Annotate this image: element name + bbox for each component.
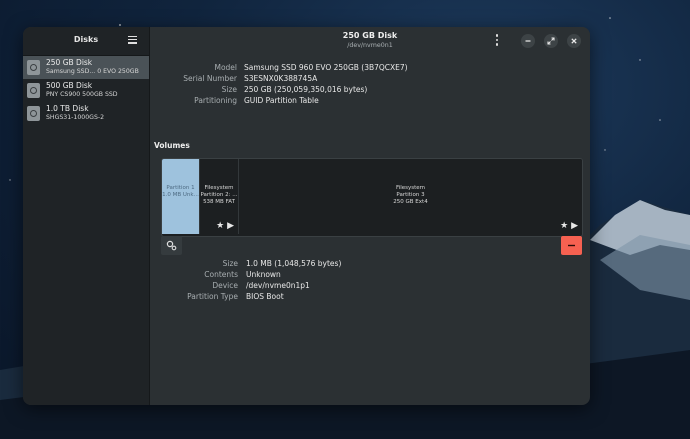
partition-3-line2: Partition 3 <box>396 192 425 198</box>
volumes-bar: Partition 1 1.0 MB Unk... Filesystem Par… <box>161 158 583 237</box>
close-button[interactable] <box>567 34 581 48</box>
partition-2-icons: ★ ▶ <box>216 221 234 231</box>
partition-type-value: BIOS Boot <box>246 292 284 301</box>
partitioning-value: GUID Partition Table <box>244 96 319 105</box>
delete-partition-button[interactable] <box>561 236 582 255</box>
disk-name: 250 GB Disk <box>46 58 93 67</box>
partition-size-label: Size <box>222 259 238 268</box>
minimize-button[interactable] <box>521 34 535 48</box>
disk-name: 1.0 TB Disk <box>46 104 89 113</box>
serial-label: Serial Number <box>183 74 237 83</box>
minimize-icon <box>525 40 531 42</box>
kebab-menu-icon[interactable] <box>494 34 500 47</box>
disk-model: PNY CS900 500GB SSD <box>46 91 118 98</box>
sidebar-header: Disks <box>23 27 149 56</box>
partition-1-line2: 1.0 MB Unk... <box>162 192 199 198</box>
partition-1-line1: Partition 1 <box>166 185 195 191</box>
device-label: Device <box>212 281 238 290</box>
partition-1-segment[interactable]: Partition 1 1.0 MB Unk... <box>162 159 200 234</box>
size-label: Size <box>221 85 237 94</box>
partition-2-segment[interactable]: Filesystem Partition 2: ... 538 MB FAT ★… <box>200 159 239 234</box>
disks-window: Disks 250 GB Disk Samsung SSD... 0 EVO 2… <box>23 27 590 405</box>
hamburger-icon[interactable] <box>128 36 137 44</box>
contents-label: Contents <box>204 270 238 279</box>
disk-model: Samsung SSD... 0 EVO 250GB <box>46 68 139 75</box>
partition-2-line1: Filesystem <box>204 185 234 191</box>
disk-item-1tb[interactable]: 1.0 TB Disk SHGS31-1000GS-2 <box>23 102 149 125</box>
star-icon: ★ <box>216 221 225 231</box>
partition-2-line2: Partition 2: ... <box>200 192 238 198</box>
volumes-heading: Volumes <box>154 141 190 150</box>
minus-icon <box>568 244 575 247</box>
headerbar: 250 GB Disk /dev/nvme0n1 <box>150 27 590 55</box>
maximize-button[interactable] <box>544 34 558 48</box>
partitioning-label: Partitioning <box>194 96 237 105</box>
partition-2-text: Filesystem Partition 2: ... 538 MB FAT <box>200 185 238 206</box>
partition-type-label: Partition Type <box>187 292 238 301</box>
partition-1-text: Partition 1 1.0 MB Unk... <box>162 185 199 199</box>
size-value: 250 GB (250,059,350,016 bytes) <box>244 85 368 94</box>
serial-value: S3ESNX0K388745A <box>244 74 318 83</box>
contents-value: Unknown <box>246 270 281 279</box>
sidebar: Disks 250 GB Disk Samsung SSD... 0 EVO 2… <box>23 27 150 405</box>
drive-icon <box>27 83 40 98</box>
drive-icon <box>27 106 40 121</box>
partition-3-segment[interactable]: Filesystem Partition 3 250 GB Ext4 ★ ▶ <box>239 159 582 234</box>
volume-toolbar <box>161 236 582 255</box>
drive-icon <box>27 60 40 75</box>
partition-settings-button[interactable] <box>161 236 182 255</box>
disk-item-500gb[interactable]: 500 GB Disk PNY CS900 500GB SSD <box>23 79 149 102</box>
disk-model: SHGS31-1000GS-2 <box>46 114 105 121</box>
star-icon: ★ <box>560 221 569 231</box>
disk-name: 500 GB Disk <box>46 81 93 90</box>
main-content: Model Samsung SSD 960 EVO 250GB (3B7QCXE… <box>150 55 590 405</box>
partition-2-line3: 538 MB FAT <box>203 199 235 205</box>
play-icon: ▶ <box>227 221 234 231</box>
model-value: Samsung SSD 960 EVO 250GB (3B7QCXE7) <box>244 63 408 72</box>
disk-item-250gb[interactable]: 250 GB Disk Samsung SSD... 0 EVO 250GB <box>23 56 149 79</box>
maximize-icon <box>547 37 555 45</box>
model-label: Model <box>214 63 237 72</box>
partition-3-icons: ★ ▶ <box>560 221 578 231</box>
close-icon <box>571 38 577 44</box>
play-icon: ▶ <box>571 221 578 231</box>
partition-3-line1: Filesystem <box>395 185 426 191</box>
device-value: /dev/nvme0n1p1 <box>246 281 310 290</box>
partition-3-text: Filesystem Partition 3 250 GB Ext4 <box>239 185 582 206</box>
partition-size-value: 1.0 MB (1,048,576 bytes) <box>246 259 342 268</box>
gears-icon <box>166 240 177 251</box>
partition-3-line3: 250 GB Ext4 <box>393 199 428 205</box>
